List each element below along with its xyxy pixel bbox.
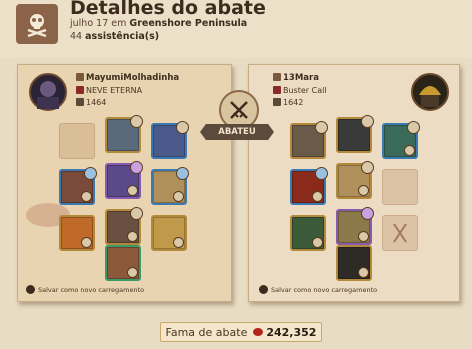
killer-slot-head[interactable] (105, 115, 143, 153)
killer-slot-shoes[interactable] (105, 207, 143, 245)
lock-icon (273, 73, 281, 81)
assist-count[interactable]: 44 assistência(s) (70, 31, 159, 42)
kill-date-location: julho 17 em Greenshore Peninsula (70, 18, 248, 29)
lock-icon (76, 73, 84, 81)
victim-slot-armor[interactable] (336, 161, 374, 199)
victim-slot-shoes[interactable] (336, 207, 374, 245)
victim-slot-potion[interactable] (290, 215, 326, 251)
victim-slot-cape[interactable] (382, 121, 420, 159)
killer-slot-food[interactable] (151, 215, 187, 251)
killer-panel: MayumiMolhadinha NEVE ETERNA 1464 Salvar… (17, 64, 232, 302)
blood-drop-icon (253, 328, 264, 336)
item-power-icon (76, 98, 84, 106)
kill-label: ABATEU (200, 124, 274, 140)
victim-slot-mount[interactable] (336, 245, 372, 281)
kill-fame: Fama de abate 242,352 (160, 322, 322, 342)
victim-name: 13Mara (273, 73, 319, 83)
victim-slot-head[interactable] (336, 115, 374, 153)
victim-guild: Buster Call (273, 86, 327, 95)
victim-save-loadout[interactable]: Salvar como novo carregamento (259, 285, 377, 294)
victim-slot-offhand (382, 169, 418, 205)
killer-guild: NEVE ETERNA (76, 86, 142, 95)
victim-item-power: 1642 (273, 98, 303, 107)
guild-crest-icon (76, 86, 84, 94)
killer-slot-mainhand[interactable] (59, 167, 97, 205)
save-loadout-icon (259, 285, 268, 294)
killer-avatar[interactable] (29, 73, 67, 111)
killer-slot-mount[interactable] (105, 245, 141, 281)
killer-slot-armor[interactable] (105, 161, 143, 199)
victim-slot-mainhand[interactable] (290, 167, 328, 205)
victim-slot-food (382, 215, 418, 251)
skull-crossbones-icon (16, 4, 58, 44)
killer-save-loadout[interactable]: Salvar como novo carregamento (26, 285, 144, 294)
killer-slot-potion[interactable] (59, 215, 95, 251)
killer-slot-bag (59, 123, 95, 159)
killer-name: MayumiMolhadinha (76, 73, 179, 83)
header: Detalhes do abate julho 17 em Greenshore… (0, 0, 472, 58)
killer-slot-offhand[interactable] (151, 167, 189, 205)
save-loadout-icon (26, 285, 35, 294)
victim-avatar[interactable] (411, 73, 449, 111)
killer-item-power: 1464 (76, 98, 106, 107)
item-power-icon (273, 98, 281, 106)
victim-slot-bag[interactable] (290, 121, 328, 159)
killer-slot-cape[interactable] (151, 121, 189, 159)
fork-knife-icon (393, 223, 407, 243)
page-title: Detalhes do abate (70, 0, 266, 19)
victim-panel: 13Mara Buster Call 1642 Salvar como novo… (248, 64, 460, 302)
guild-crest-icon (273, 86, 281, 94)
